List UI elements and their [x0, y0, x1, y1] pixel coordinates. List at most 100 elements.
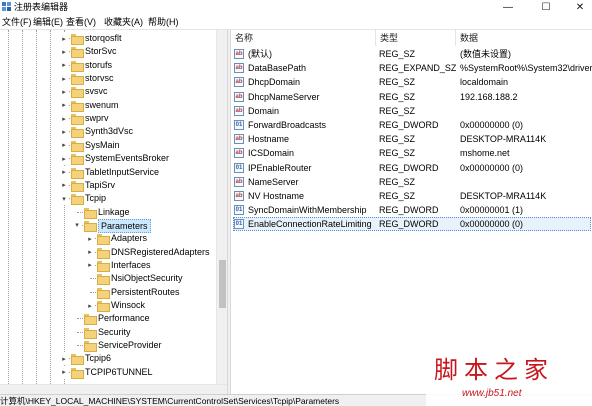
- tree-node-label: swprv: [85, 113, 109, 124]
- value-name: (默认): [248, 49, 272, 59]
- watermark-url: www.jb51.net: [462, 388, 522, 399]
- menu-file[interactable]: 文件(F): [2, 16, 32, 28]
- menu-favorites[interactable]: 收藏夹(A): [104, 16, 143, 28]
- folder-icon: [71, 34, 84, 45]
- tree-node-systemeventsbroker[interactable]: ▸ SystemEventsBroker: [0, 152, 216, 166]
- value-name: DataBasePath: [248, 63, 307, 74]
- maximize-button[interactable]: ☐: [534, 0, 558, 14]
- column-header-type[interactable]: 类型: [376, 30, 456, 46]
- expand-chevron-icon[interactable]: ▸: [60, 365, 68, 379]
- tree-node-storvsc[interactable]: ▸ storvsc: [0, 72, 216, 86]
- column-header-name[interactable]: 名称: [231, 30, 376, 46]
- expand-chevron-icon[interactable]: ▸: [86, 245, 94, 259]
- tree-vertical-scrollbar[interactable]: [216, 30, 227, 384]
- string-value-icon: ab: [234, 49, 244, 59]
- registry-editor-icon: [2, 2, 11, 11]
- value-type: REG_DWORD: [379, 162, 439, 173]
- value-type: REG_SZ: [379, 148, 416, 159]
- tree-node-svsvc[interactable]: ▸ svsvc: [0, 85, 216, 99]
- expand-chevron-icon[interactable]: ▸: [60, 178, 68, 192]
- expand-chevron-icon[interactable]: ▸: [60, 32, 68, 45]
- menu-help[interactable]: 帮助(H): [148, 16, 179, 28]
- expand-chevron-icon[interactable]: ▸: [60, 152, 68, 166]
- collapse-chevron-icon[interactable]: ▾: [73, 218, 81, 232]
- tree-node-label: TapiSrv: [85, 179, 116, 190]
- tree-horizontal-scrollbar[interactable]: [0, 384, 227, 394]
- value-row[interactable]: ab DataBasePath REG_EXPAND_SZ %SystemRoot%\…: [231, 61, 592, 75]
- value-row[interactable]: 01 IPEnableRouter REG_DWORD 0x00000000 (0): [231, 161, 592, 175]
- value-name: ICSDomain: [248, 148, 295, 159]
- expand-chevron-icon[interactable]: ▸: [60, 58, 68, 72]
- value-row[interactable]: ab Domain REG_SZ: [231, 104, 592, 118]
- menu-bar: 文件(F) 编辑(E) 查看(V) 收藏夹(A) 帮助(H): [0, 14, 592, 30]
- tree-node-tabletinputservice[interactable]: ▸ TabletInputService: [0, 165, 216, 179]
- tree-node-performance[interactable]: Performance: [0, 312, 216, 326]
- tree-node-synth3dvsc[interactable]: ▸ Synth3dVsc: [0, 125, 216, 139]
- tree-node-tcpip6tunnel[interactable]: ▸ TCPIP6TUNNEL: [0, 365, 216, 379]
- expand-chevron-icon[interactable]: ▸: [86, 258, 94, 272]
- tree-node-storsvc[interactable]: ▸ StorSvc: [0, 45, 216, 59]
- tree-node-storufs[interactable]: ▸ storufs: [0, 58, 216, 72]
- value-type: REG_SZ: [379, 176, 416, 187]
- expand-chevron-icon[interactable]: ▸: [60, 138, 68, 152]
- tree-node-interfaces[interactable]: ▸ Interfaces: [0, 258, 216, 272]
- menu-edit[interactable]: 编辑(E): [33, 16, 63, 28]
- tree-node-winsock[interactable]: ▸ Winsock: [0, 299, 216, 312]
- tree-node-swprv[interactable]: ▸ swprv: [0, 112, 216, 126]
- expand-chevron-icon[interactable]: ▸: [60, 125, 68, 139]
- expand-chevron-icon[interactable]: ▸: [60, 112, 68, 126]
- string-value-icon: ab: [234, 134, 244, 145]
- tree-node-persistentroutes[interactable]: PersistentRoutes: [0, 286, 216, 299]
- tree-node-storqosflt[interactable]: ▸ storqosflt: [0, 32, 216, 45]
- value-row[interactable]: ab ICSDomain REG_SZ mshome.net: [231, 146, 592, 160]
- folder-icon: [71, 154, 84, 166]
- value-row[interactable]: ab NameServer REG_SZ: [231, 175, 592, 189]
- tree-node-label: storufs: [85, 59, 113, 70]
- tree-node-linkage[interactable]: Linkage: [0, 206, 216, 219]
- tree-node-tcpip[interactable]: ▾ Tcpip: [0, 192, 216, 206]
- expand-chevron-icon[interactable]: ▸: [86, 232, 94, 246]
- folder-icon: [97, 247, 110, 259]
- expand-chevron-icon[interactable]: ▸: [60, 72, 68, 86]
- value-row[interactable]: ab DhcpNameServer REG_SZ 192.168.188.2: [231, 90, 592, 104]
- tree-node-serviceprovider[interactable]: ServiceProvider: [0, 339, 216, 353]
- tree-node-security[interactable]: Security: [0, 326, 216, 339]
- string-value-icon: ab: [234, 176, 244, 187]
- value-type: REG_DWORD: [379, 120, 439, 130]
- value-row[interactable]: ab DhcpDomain REG_SZ localdomain: [231, 75, 592, 89]
- tree-node-nsiobjectsecurity[interactable]: NsiObjectSecurity: [0, 272, 216, 286]
- tree-node-adapters[interactable]: ▸ Adapters: [0, 232, 216, 246]
- expand-chevron-icon[interactable]: ▸: [60, 165, 68, 179]
- tree-node-parameters[interactable]: ▾ Parameters: [0, 218, 216, 233]
- tree-node-swenum[interactable]: ▸ swenum: [0, 98, 216, 112]
- tree-node-sysmain[interactable]: ▸ SysMain: [0, 138, 216, 152]
- folder-icon: [71, 140, 84, 152]
- expand-chevron-icon[interactable]: ▸: [60, 85, 68, 99]
- expand-chevron-icon[interactable]: ▸: [86, 299, 94, 312]
- value-type: REG_SZ: [379, 77, 416, 88]
- column-header-data[interactable]: 数据: [456, 30, 592, 46]
- minimize-button[interactable]: —: [496, 0, 520, 14]
- tree-node-label: Linkage: [98, 206, 130, 217]
- value-row[interactable]: ab (默认) REG_SZ (数值未设置): [231, 47, 592, 61]
- menu-view[interactable]: 查看(V): [66, 16, 96, 28]
- tree-node-tapisrv[interactable]: ▸ TapiSrv: [0, 178, 216, 192]
- key-tree[interactable]: ▸ storqosflt ▸ StorSvc ▸ storufs ▸ storvsc ▸ svsv…: [0, 30, 227, 394]
- tree-node-dnsregisteredadapters[interactable]: ▸ DNSRegisteredAdapters: [0, 245, 216, 259]
- values-list[interactable]: 名称 类型 数据 ab (默认) REG_SZ (数值未设置) ab DataBasePa…: [231, 30, 592, 394]
- tree-node-tcpip6[interactable]: ▸ Tcpip6: [0, 352, 216, 366]
- value-row[interactable]: 01 ForwardBroadcasts REG_DWORD 0x00000000 (…: [231, 118, 592, 132]
- binary-value-icon: 01: [234, 205, 244, 216]
- tree-scroll-thumb[interactable]: [219, 260, 226, 308]
- collapse-chevron-icon[interactable]: ▾: [60, 192, 68, 206]
- expand-chevron-icon[interactable]: ▸: [60, 45, 68, 59]
- value-row[interactable]: 01 EnableConnectionRateLimiting REG_DWORD 0…: [231, 217, 592, 232]
- expand-chevron-icon[interactable]: ▸: [60, 98, 68, 112]
- value-row[interactable]: ab Hostname REG_SZ DESKTOP-MRA114K: [231, 132, 592, 146]
- value-row[interactable]: 01 SyncDomainWithMembership REG_DWORD 0x000…: [231, 203, 592, 217]
- close-button[interactable]: ✕: [568, 0, 592, 14]
- expand-chevron-icon[interactable]: ▸: [60, 352, 68, 366]
- value-row[interactable]: ab NV Hostname REG_SZ DESKTOP-MRA114K: [231, 189, 592, 203]
- folder-icon: [97, 260, 110, 272]
- value-type: REG_SZ: [379, 91, 416, 102]
